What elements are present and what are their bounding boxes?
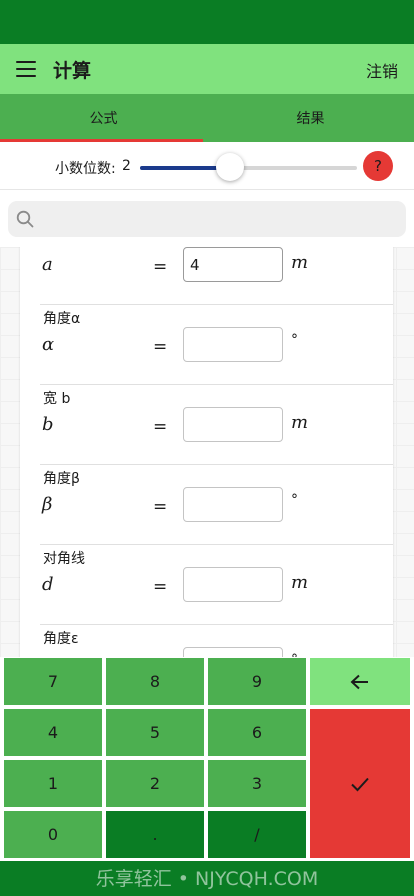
field-unit: m (291, 412, 309, 433)
tab-result[interactable]: 结果 (207, 94, 414, 142)
arrow-left-icon (350, 674, 368, 689)
row-divider (40, 304, 393, 305)
search-input[interactable] (42, 201, 392, 237)
field-unit: ° (291, 332, 298, 348)
field-row-d: 对角线 d = m (20, 544, 393, 624)
watermark-text: 乐享轻汇 • NJYCQH.COM (95, 868, 319, 890)
field-unit: ° (291, 492, 298, 508)
field-symbol: β (42, 494, 53, 515)
field-input-epsilon[interactable] (183, 647, 283, 657)
field-row-alpha: 角度α α = ° (20, 304, 393, 384)
field-symbol: α (42, 334, 55, 355)
key-dot[interactable]: . (106, 811, 204, 858)
tab-formula-label: 公式 (89, 111, 118, 127)
search-icon (16, 210, 34, 228)
search-bar (0, 191, 414, 247)
key-1[interactable]: 1 (4, 760, 102, 807)
field-input-a[interactable] (183, 247, 283, 282)
decimal-places-label: 小数位数: (55, 161, 116, 177)
row-divider (40, 624, 393, 625)
key-5[interactable]: 5 (106, 709, 204, 756)
key-6[interactable]: 6 (208, 709, 306, 756)
field-equals: = (153, 497, 168, 517)
backspace-key[interactable] (310, 658, 410, 705)
decimal-places-value: 2 (122, 158, 131, 174)
field-equals: = (153, 257, 168, 277)
hamburger-menu-icon[interactable] (16, 61, 36, 77)
search-box[interactable] (8, 201, 406, 237)
field-input-alpha[interactable] (183, 327, 283, 362)
tab-bar: 公式 结果 (0, 94, 414, 142)
field-label: 角度ε (43, 631, 79, 647)
row-divider (40, 544, 393, 545)
page-title: 计算 (53, 60, 92, 82)
field-label: 宽 b (43, 391, 71, 407)
key-3[interactable]: 3 (208, 760, 306, 807)
enter-key[interactable] (310, 709, 410, 858)
tab-result-label: 结果 (296, 111, 325, 127)
key-9[interactable]: 9 (208, 658, 306, 705)
key-2[interactable]: 2 (106, 760, 204, 807)
field-row-epsilon: 角度ε ° (20, 624, 393, 657)
field-row-a: a = m (20, 247, 393, 304)
key-8[interactable]: 8 (106, 658, 204, 705)
status-bar (0, 0, 414, 44)
row-divider (40, 384, 393, 385)
app-bar: 计算 注销 (0, 44, 414, 94)
slider-thumb[interactable] (216, 153, 244, 181)
field-input-b[interactable] (183, 407, 283, 442)
help-question-icon: ? (374, 157, 382, 175)
field-row-b: 宽 b b = m (20, 384, 393, 464)
row-divider (40, 464, 393, 465)
formula-list: a = m 角度α α = ° 宽 b b = m 角度β β = (0, 247, 414, 657)
field-row-beta: 角度β β = ° (20, 464, 393, 544)
field-input-beta[interactable] (183, 487, 283, 522)
numeric-keypad: 7 8 9 4 5 6 1 2 3 0 . / (0, 657, 414, 861)
key-slash[interactable]: / (208, 811, 306, 858)
fields-card: a = m 角度α α = ° 宽 b b = m 角度β β = (20, 247, 393, 657)
checkmark-icon (351, 777, 369, 791)
field-symbol: b (42, 414, 54, 435)
key-7[interactable]: 7 (4, 658, 102, 705)
field-unit: m (291, 572, 309, 593)
field-label: 对角线 (43, 551, 85, 567)
field-input-d[interactable] (183, 567, 283, 602)
key-0[interactable]: 0 (4, 811, 102, 858)
field-equals: = (153, 577, 168, 597)
field-unit: m (291, 252, 309, 273)
key-4[interactable]: 4 (4, 709, 102, 756)
field-symbol: d (42, 574, 54, 595)
field-equals: = (153, 337, 168, 357)
field-symbol: a (42, 254, 53, 275)
decimal-places-slider[interactable] (140, 166, 357, 170)
field-equals: = (153, 417, 168, 437)
logout-button[interactable]: 注销 (366, 58, 398, 82)
tab-formula[interactable]: 公式 (0, 94, 207, 142)
field-label: 角度β (43, 471, 80, 487)
help-button[interactable]: ? (363, 151, 393, 181)
field-label: 角度α (43, 311, 81, 327)
